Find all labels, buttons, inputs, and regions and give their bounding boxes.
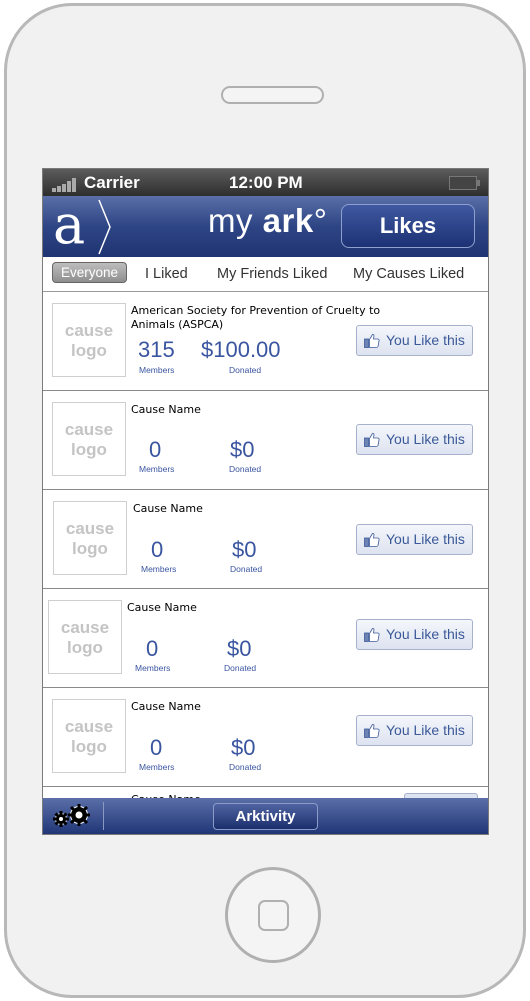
app-screen: Carrier 12:00 PM a my ark° Likes Everyon… — [42, 168, 489, 835]
brand-title: my ark° — [208, 202, 327, 240]
thumbs-up-icon — [364, 628, 380, 642]
status-time: 12:00 PM — [229, 173, 303, 192]
members-label: Members — [139, 762, 175, 772]
battery-icon — [449, 176, 480, 190]
filter-friends-liked[interactable]: My Friends Liked — [217, 266, 327, 282]
thumbs-up-icon — [364, 724, 380, 738]
members-count: 315 — [138, 337, 175, 362]
likes-button[interactable]: Likes — [341, 204, 475, 248]
you-like-this-button[interactable]: You Like this — [356, 325, 473, 356]
members-label: Members — [141, 564, 177, 574]
app-header: a my ark° Likes — [43, 196, 488, 257]
filter-bar: Everyone I Liked My Friends Liked My Cau… — [43, 257, 488, 292]
you-like-this-button[interactable]: You Like this — [356, 619, 473, 650]
donated-amount: $0 — [232, 537, 257, 562]
donated-label: Donated — [230, 564, 263, 574]
cause-row[interactable]: cause logo American Society for Preventio… — [43, 292, 488, 391]
members-label: Members — [139, 365, 175, 375]
home-button-icon — [258, 900, 289, 931]
donated-label: Donated — [224, 663, 257, 673]
donated-label: Donated — [229, 464, 262, 474]
cause-row[interactable]: cause logo Cause Name 0 Members $0 Donate… — [43, 688, 488, 787]
donated-amount: $0 — [230, 437, 255, 462]
status-bar: Carrier 12:00 PM — [43, 169, 488, 196]
members-count: 0 — [146, 636, 159, 661]
settings-gear-icon[interactable] — [50, 804, 94, 828]
cause-row[interactable]: cause logo Cause Name 0 Members $0 Donate… — [43, 589, 488, 688]
cause-name: Cause Name — [131, 700, 201, 713]
home-button[interactable] — [225, 867, 321, 963]
arktivity-button[interactable]: Arktivity — [213, 803, 318, 830]
cause-name: Cause Name — [133, 502, 203, 515]
cause-name: Cause Name — [131, 403, 201, 416]
members-label: Members — [135, 663, 171, 673]
app-logo: a — [53, 193, 86, 256]
speaker-grille — [221, 86, 324, 104]
bottom-toolbar: Arktivity — [43, 798, 488, 834]
brand-title-bold: ark — [262, 202, 314, 239]
filter-i-liked[interactable]: I Liked — [145, 266, 188, 282]
cause-name: Cause Name — [127, 601, 197, 614]
donated-label: Donated — [229, 762, 262, 772]
cause-row[interactable]: cause logo Cause Name 0 Members $0 Donate… — [43, 391, 488, 490]
brand-title-light: my — [208, 202, 263, 239]
members-count: 0 — [150, 735, 163, 760]
filter-everyone[interactable]: Everyone — [52, 262, 128, 283]
donated-amount: $0 — [231, 735, 256, 760]
signal-strength-icon — [52, 178, 78, 192]
members-count: 0 — [151, 537, 164, 562]
carrier-label: Carrier — [84, 173, 140, 192]
members-count: 0 — [149, 437, 162, 462]
you-like-this-button[interactable]: You Like this — [356, 524, 473, 555]
cause-logo-placeholder: cause logo — [52, 699, 126, 773]
thumbs-up-icon — [364, 334, 380, 348]
donated-amount: $0 — [227, 636, 252, 661]
donated-amount: $100.00 — [201, 337, 281, 362]
donated-label: Donated — [229, 365, 262, 375]
logo-chevron-icon — [98, 199, 111, 255]
cause-logo-placeholder: cause logo — [53, 501, 127, 575]
thumbs-up-icon — [364, 433, 380, 447]
brand-title-mark: ° — [313, 202, 328, 239]
you-like-this-button[interactable]: You Like this — [356, 715, 473, 746]
cause-row[interactable]: cause logo Cause Name 0 Members $0 Donate… — [43, 490, 488, 589]
filter-causes-liked[interactable]: My Causes Liked — [353, 266, 464, 282]
thumbs-up-icon — [364, 533, 380, 547]
cause-logo-placeholder: cause logo — [48, 600, 122, 674]
members-label: Members — [139, 464, 175, 474]
you-like-this-button[interactable]: You Like this — [356, 424, 473, 455]
cause-logo-placeholder: cause logo — [52, 402, 126, 476]
toolbar-divider — [103, 802, 104, 830]
cause-logo-placeholder: cause logo — [52, 303, 126, 377]
